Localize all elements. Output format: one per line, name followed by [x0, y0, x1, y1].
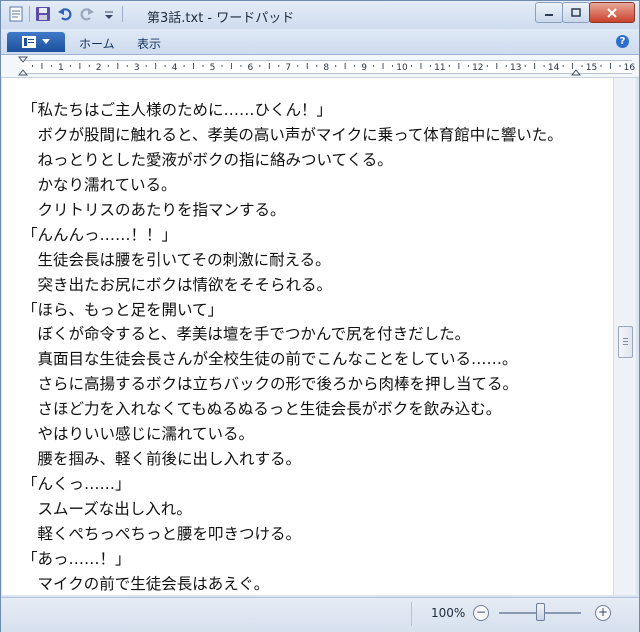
first-line-indent-marker[interactable]	[17, 56, 29, 63]
document-line: 軽くぺちっぺちっと腰を叩きつける。	[22, 524, 302, 543]
ruler-label: 12	[472, 63, 483, 73]
close-button[interactable]	[589, 2, 635, 23]
window-controls	[535, 2, 635, 23]
zoom-in-button[interactable]: +	[595, 605, 611, 621]
document-line: 「ほら、もっと足を開いて」	[22, 300, 224, 319]
document-line: 腰を掴み、軽く前後に出し入れする。	[22, 450, 302, 469]
title-bar: 第3話.txt - ワードパッド	[1, 1, 639, 29]
document-line: クリトリスのあたりを指マンする。	[22, 200, 286, 219]
ruler-label: 6	[248, 63, 254, 73]
redo-icon[interactable]	[78, 5, 96, 23]
ruler[interactable]: 1 2 3 4 5 6 7 8 9 10 11 12 13 14 15 16	[1, 55, 639, 78]
maximize-icon	[571, 7, 581, 17]
help-icon[interactable]: ?	[616, 35, 629, 48]
minimize-icon	[545, 13, 553, 16]
document-line: さほど力を入れなくてもぬるぬるっと生徒会長がボクを飲み込む。	[22, 400, 502, 419]
zoom-slider-thumb[interactable]	[536, 603, 545, 621]
tab-view[interactable]: 表示	[137, 35, 161, 52]
document-area[interactable]: 「私たちはご主人様のために……ひくん！」 ボクが股間に触れると、孝美の高い声がマ…	[2, 78, 613, 595]
ruler-label: 8	[323, 63, 329, 73]
document-line: スムーズな出し入れ。	[22, 500, 192, 518]
ruler-label: 7	[285, 63, 291, 73]
maximize-button[interactable]	[562, 2, 590, 23]
close-icon	[607, 7, 617, 18]
tab-home[interactable]: ホーム	[79, 35, 115, 52]
ruler-label: 4	[172, 63, 178, 73]
ruler-label: 1	[58, 63, 64, 73]
ruler-label: 13	[510, 63, 521, 73]
app-menu-icon	[22, 36, 36, 48]
document-line: さらに高揚するボクは立ちバックの形で後ろから肉棒を押し当てる。	[22, 375, 519, 394]
ruler-label: 14	[548, 63, 560, 73]
undo-icon[interactable]	[56, 5, 74, 23]
vertical-scrollbar[interactable]	[613, 78, 636, 595]
application-menu-button[interactable]	[7, 32, 65, 52]
document-line: 突き出たお尻にボクは情欲をそそられる。	[22, 275, 333, 294]
scrollbar-thumb[interactable]	[618, 326, 633, 358]
window-title: 第3話.txt - ワードパッド	[147, 11, 295, 26]
document-line: 「んくっ……」	[22, 475, 131, 494]
ruler-label: 11	[434, 63, 445, 73]
wordpad-window: 第3話.txt - ワードパッド ホーム 表示 ? 1 2 3 4 5 6 7 8 9 10 11 1…	[0, 0, 640, 632]
document-line: マイクの前で生徒会長はあえぐ。	[22, 574, 270, 593]
left-indent-marker[interactable]	[17, 69, 29, 76]
status-bar: 100% − +	[1, 597, 639, 632]
ruler-label: 2	[96, 63, 102, 73]
chevron-down-icon	[42, 39, 50, 44]
ruler-label: 16	[624, 63, 636, 73]
document-line: 「あっ……！」	[22, 549, 131, 568]
ruler-label: 10	[396, 63, 408, 73]
ruler-label: 3	[134, 63, 140, 73]
quick-access-toolbar	[7, 5, 123, 23]
ruler-label: 9	[361, 63, 367, 73]
ruler-label: 15	[586, 63, 597, 73]
zoom-level-label[interactable]: 100%	[431, 606, 465, 620]
ruler-marks: 1 2 3 4 5 6 7 8 9 10 11 12 13 14 15 16	[17, 56, 636, 76]
document-line: ねっとりとした愛液がボクの指に絡みついてくる。	[22, 150, 393, 169]
minimize-button[interactable]	[535, 2, 563, 23]
ruler-label: 5	[210, 63, 216, 73]
document-line: 生徒会長は腰を引いてその刺激に耐える。	[22, 250, 331, 269]
document-line: やはりいい感じに濡れている。	[22, 425, 255, 444]
document-line: 「んんんっ……！！」	[22, 225, 178, 244]
customize-qat-icon[interactable]	[100, 5, 118, 23]
document-line: ぼくが命令すると、孝美は壇を手でつかんで尻を付きだした。	[22, 325, 471, 344]
ribbon-tab-bar: ホーム 表示 ?	[1, 29, 639, 55]
wordpad-app-icon[interactable]	[7, 5, 25, 23]
document-line: 真面目な生徒会長さんが全校生徒の前でこんなことをしている……。	[22, 350, 518, 369]
save-icon[interactable]	[34, 5, 52, 23]
document-text: 「私たちはご主人様のために……ひくん！」 ボクが股間に触れると、孝美の高い声がマ…	[22, 98, 563, 595]
zoom-out-button[interactable]: −	[473, 605, 489, 621]
document-line: 「私たちはご主人様のために……ひくん！」	[22, 101, 333, 119]
document-line: ボクが股間に触れると、孝美の高い声がマイクに乗って体育館中に響いた。	[22, 125, 563, 144]
right-indent-marker[interactable]	[570, 69, 582, 76]
document-line: かなり濡れている。	[22, 175, 177, 194]
